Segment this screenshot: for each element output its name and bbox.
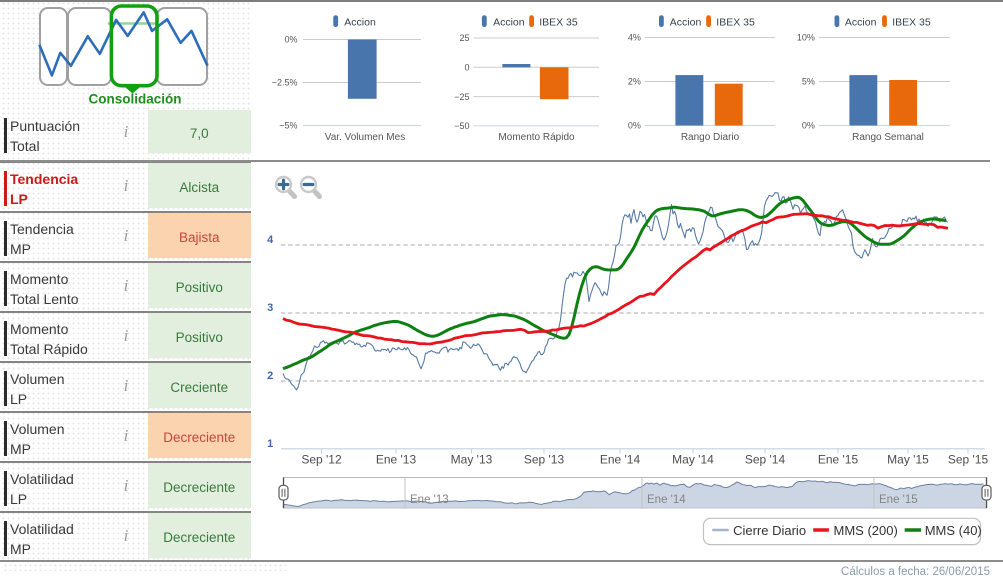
svg-text:2%: 2% <box>628 77 641 87</box>
svg-text:Momento Rápido: Momento Rápido <box>498 132 575 143</box>
svg-text:MMS (200): MMS (200) <box>834 523 898 538</box>
svg-text:Rango Semanal: Rango Semanal <box>852 132 924 143</box>
svg-text:0: 0 <box>464 63 469 73</box>
svg-text:3: 3 <box>267 302 273 314</box>
svg-text:4: 4 <box>267 234 274 246</box>
svg-text:Cierre Diario: Cierre Diario <box>733 523 806 538</box>
svg-text:−25: −25 <box>454 92 469 102</box>
svg-text:Consolidación: Consolidación <box>88 92 181 107</box>
svg-text:IBEX 35: IBEX 35 <box>539 16 578 28</box>
svg-text:Ene '14: Ene '14 <box>600 453 641 467</box>
svg-text:IBEX 35: IBEX 35 <box>892 16 931 28</box>
svg-text:May '13: May '13 <box>451 453 493 467</box>
svg-text:Accion: Accion <box>344 16 376 28</box>
svg-text:0%: 0% <box>802 121 815 131</box>
svg-text:0%: 0% <box>628 121 641 131</box>
svg-text:Accion: Accion <box>670 16 702 28</box>
svg-text:Rango Diario: Rango Diario <box>681 132 740 143</box>
svg-text:Ene '14: Ene '14 <box>647 494 686 506</box>
svg-text:2: 2 <box>267 370 273 382</box>
svg-text:Ene '13: Ene '13 <box>410 494 449 506</box>
svg-text:MMS (40): MMS (40) <box>925 523 982 538</box>
svg-text:Sep '14: Sep '14 <box>745 453 786 467</box>
svg-text:Ene '15: Ene '15 <box>879 494 918 506</box>
svg-text:May '14: May '14 <box>672 453 714 467</box>
svg-text:10%: 10% <box>797 33 815 43</box>
svg-text:Accion: Accion <box>493 16 525 28</box>
svg-text:Ene '15: Ene '15 <box>818 453 859 467</box>
svg-text:1: 1 <box>267 438 273 450</box>
svg-text:Var. Volumen Mes: Var. Volumen Mes <box>325 132 405 143</box>
svg-text:4%: 4% <box>628 33 641 43</box>
svg-text:Ene '13: Ene '13 <box>376 453 417 467</box>
svg-text:Sep '12: Sep '12 <box>301 453 342 467</box>
svg-text:Sep '13: Sep '13 <box>524 453 565 467</box>
svg-text:May '15: May '15 <box>887 453 929 467</box>
svg-text:−5%: −5% <box>279 121 297 131</box>
svg-text:−50: −50 <box>454 121 469 131</box>
svg-text:0%: 0% <box>284 35 297 45</box>
svg-text:25: 25 <box>459 33 469 43</box>
svg-text:Sep '15: Sep '15 <box>948 453 989 467</box>
svg-text:IBEX 35: IBEX 35 <box>716 16 755 28</box>
svg-text:−2.5%: −2.5% <box>272 78 298 88</box>
svg-text:5%: 5% <box>802 77 815 87</box>
svg-text:Accion: Accion <box>845 16 877 28</box>
